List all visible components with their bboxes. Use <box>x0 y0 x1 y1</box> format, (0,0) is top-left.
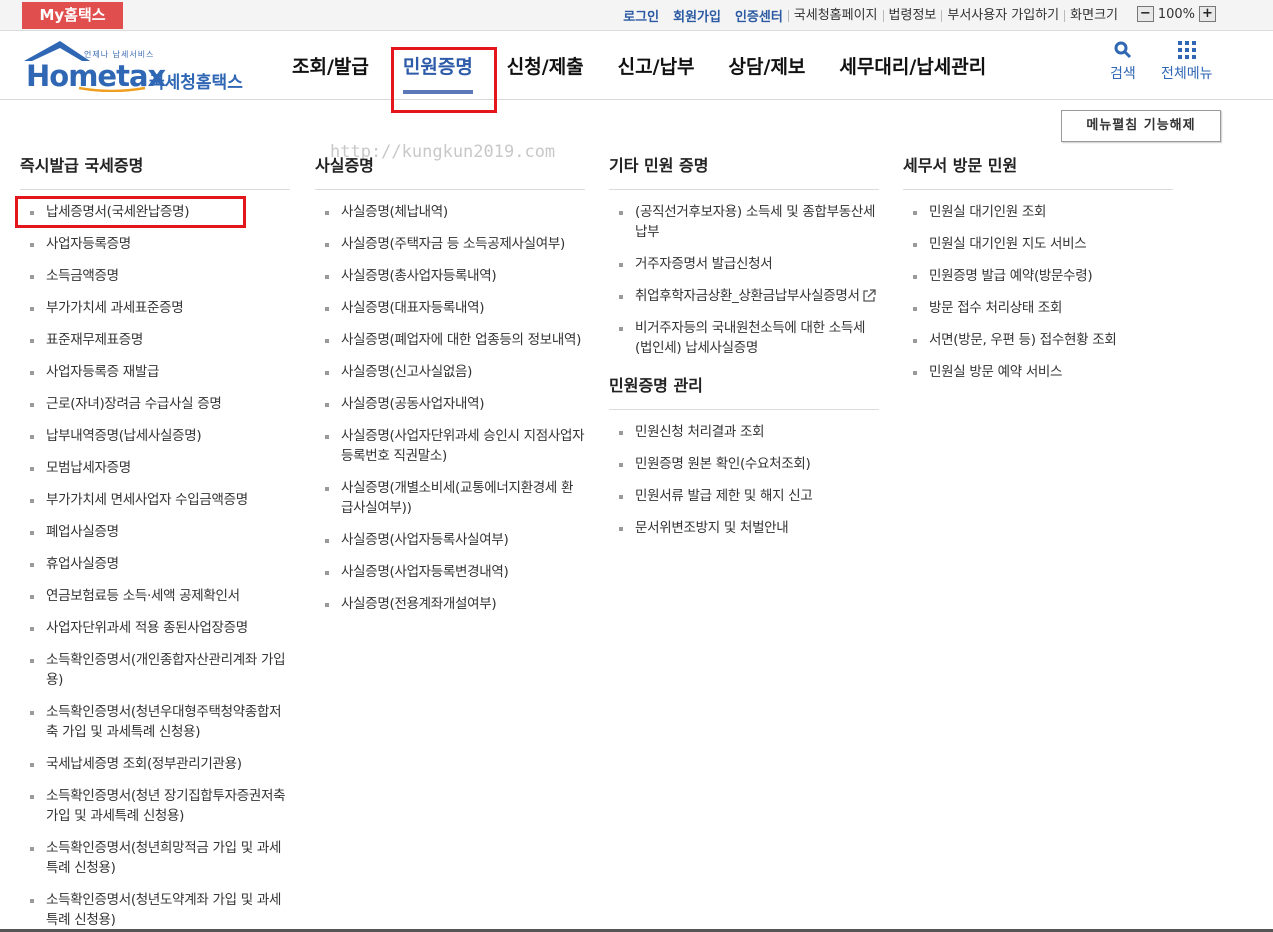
gnb-inquiry-issue[interactable]: 조회/발급 <box>292 31 369 100</box>
menu-item[interactable]: 사실증명(공동사업자내역) <box>315 394 585 414</box>
top-utility-bar: My홈택스 로그인 회원가입 인증센터 국세청홈페이지 법령정보 부서사용자 가… <box>0 0 1273 31</box>
menu-item[interactable]: 사실증명(총사업자등록내역) <box>315 266 585 286</box>
menu-item-external[interactable]: 취업후학자금상환_상환금납부사실증명서 <box>609 286 879 306</box>
search-icon <box>1114 41 1131 59</box>
menu-item[interactable]: 사업자등록증명 <box>20 234 290 254</box>
my-hometax-button[interactable]: My홈택스 <box>22 2 123 29</box>
gnb-tax-agent[interactable]: 세무대리/납세관리 <box>839 31 986 100</box>
all-menu-button[interactable]: 전체메뉴 <box>1161 41 1213 83</box>
menu-item[interactable]: 모범납세자증명 <box>20 458 290 478</box>
column-heading: 사실증명 <box>315 150 585 190</box>
menu-item[interactable]: 납부내역증명(납세사실증명) <box>20 426 290 446</box>
highlight-box-menu-item <box>15 196 246 228</box>
zoom-in-button[interactable]: + <box>1199 6 1216 22</box>
cert-center-link[interactable]: 인증센터 <box>735 6 783 25</box>
column-heading: 세무서 방문 민원 <box>903 150 1173 190</box>
menu-item[interactable]: 민원실 대기인원 지도 서비스 <box>903 234 1173 254</box>
menu-item[interactable]: (공직선거후보자용) 소득세 및 종합부동산세 납부 <box>609 202 879 242</box>
menu-item[interactable]: 소득금액증명 <box>20 266 290 286</box>
menu-item[interactable]: 폐업사실증명 <box>20 522 290 542</box>
search-label: 검색 <box>1110 66 1136 82</box>
menu-item[interactable]: 거주자증명서 발급신청서 <box>609 254 879 274</box>
all-menu-label: 전체메뉴 <box>1161 66 1213 82</box>
menu-item[interactable]: 표준재무제표증명 <box>20 330 290 350</box>
menu-item[interactable]: 소득확인증명서(청년희망적금 가입 및 과세특례 신청용) <box>20 838 290 878</box>
gnb-consult-report[interactable]: 상담/제보 <box>729 31 806 100</box>
menu-item[interactable]: 사실증명(대표자등록내역) <box>315 298 585 318</box>
external-link-icon <box>862 289 876 302</box>
menu-item-label: 취업후학자금상환_상환금납부사실증명서 <box>635 288 860 304</box>
menu-item[interactable]: 소득확인증명서(청년도약계좌 가입 및 과세특례 신청용) <box>20 890 290 930</box>
signup-link[interactable]: 회원가입 <box>673 6 721 25</box>
logo-korean-name: 국세청홈택스 <box>149 73 243 93</box>
menu-item[interactable]: 민원증명 원본 확인(수요처조회) <box>609 454 879 474</box>
zoom-value: 100% <box>1157 6 1195 22</box>
menu-item[interactable]: 비거주자등의 국내원천소득에 대한 소득세(법인세) 납세사실증명 <box>609 318 879 358</box>
gnb-report-pay[interactable]: 신고/납부 <box>618 31 695 100</box>
nts-homepage-link[interactable]: 국세청홈페이지 <box>787 9 883 22</box>
column-heading: 민원증명 관리 <box>609 370 879 410</box>
menu-item[interactable]: 부가가치세 면세사업자 수입금액증명 <box>20 490 290 510</box>
menu-item[interactable]: 사실증명(전용계좌개설여부) <box>315 594 585 614</box>
login-link[interactable]: 로그인 <box>623 6 659 25</box>
highlight-box-gnb <box>391 47 497 113</box>
menu-item[interactable]: 민원서류 발급 제한 및 해지 신고 <box>609 486 879 506</box>
menu-item[interactable]: 사실증명(주택자금 등 소득공제사실여부) <box>315 234 585 254</box>
menu-item[interactable]: 연금보험료등 소득·세액 공제확인서 <box>20 586 290 606</box>
menu-item[interactable]: 사실증명(사업자등록사실여부) <box>315 530 585 550</box>
menu-item[interactable]: 사실증명(폐업자에 대한 업종등의 정보내역) <box>315 330 585 350</box>
menu-list: (공직선거후보자용) 소득세 및 종합부동산세 납부 거주자증명서 발급신청서 … <box>609 202 879 358</box>
menu-item[interactable]: 사실증명(체납내역) <box>315 202 585 222</box>
menu-item[interactable]: 문서위변조방지 및 처벌안내 <box>609 518 879 538</box>
dept-user-signup-link[interactable]: 부서사용자 가입하기 <box>941 9 1064 22</box>
menu-unfold-toggle-button[interactable]: 메뉴펼침 기능해제 <box>1061 110 1221 142</box>
column-heading: 기타 민원 증명 <box>609 150 879 190</box>
screen-size-label: 화면크기 <box>1064 9 1123 22</box>
zoom-out-button[interactable]: − <box>1136 6 1154 22</box>
menu-item[interactable]: 휴업사실증명 <box>20 554 290 574</box>
menu-item[interactable]: 사업자등록증 재발급 <box>20 362 290 382</box>
menu-item[interactable]: 소득확인증명서(청년 장기집합투자증권저축가입 및 과세특례 신청용) <box>20 786 290 826</box>
law-info-link[interactable]: 법령정보 <box>882 9 942 22</box>
menu-list: 납세증명서(국세완납증명) 사업자등록증명 소득금액증명 부가가치세 과세표준증… <box>20 202 290 930</box>
menu-list: 민원실 대기인원 조회 민원실 대기인원 지도 서비스 민원증명 발급 예약(방… <box>903 202 1173 382</box>
menu-item[interactable]: 근로(자녀)장려금 수급사실 증명 <box>20 394 290 414</box>
menu-item[interactable]: 사업자단위과세 적용 종된사업장증명 <box>20 618 290 638</box>
hometax-logo[interactable]: 언제나 납세서비스 Hometax 국세청홈택스 <box>22 39 250 95</box>
column-heading: 즉시발급 국세증명 <box>20 150 290 190</box>
zoom-control: − 100% + <box>1136 6 1216 22</box>
menu-item[interactable]: 민원증명 발급 예약(방문수령) <box>903 266 1173 286</box>
menu-item[interactable]: 서면(방문, 우편 등) 접수현황 조회 <box>903 330 1173 350</box>
menu-item[interactable]: 민원실 대기인원 조회 <box>903 202 1173 222</box>
menu-item[interactable]: 소득확인증명서(청년우대형주택청약종합저축 가입 및 과세특례 신청용) <box>20 702 290 742</box>
menu-column-other-certificates: 기타 민원 증명 (공직선거후보자용) 소득세 및 종합부동산세 납부 거주자증… <box>609 150 879 550</box>
search-button[interactable]: 검색 <box>1110 41 1136 83</box>
menu-column-tax-office-visit: 세무서 방문 민원 민원실 대기인원 조회 민원실 대기인원 지도 서비스 민원… <box>903 150 1173 394</box>
menu-list: 사실증명(체납내역) 사실증명(주택자금 등 소득공제사실여부) 사실증명(총사… <box>315 202 585 614</box>
menu-item[interactable]: 민원신청 처리결과 조회 <box>609 422 879 442</box>
menu-item[interactable]: 사실증명(사업자단위과세 승인시 지점사업자등록번호 직권말소) <box>315 426 585 466</box>
menu-column-fact-certificates: 사실증명 사실증명(체납내역) 사실증명(주택자금 등 소득공제사실여부) 사실… <box>315 150 585 626</box>
menu-item[interactable]: 사실증명(신고사실없음) <box>315 362 585 382</box>
menu-column-instant-certificates: 즉시발급 국세증명 납세증명서(국세완납증명) 사업자등록증명 소득금액증명 부… <box>20 150 290 932</box>
menu-item[interactable]: 국세납세증명 조회(정부관리기관용) <box>20 754 290 774</box>
utility-links: 로그인 회원가입 인증센터 국세청홈페이지 법령정보 부서사용자 가입하기 화면… <box>616 0 1123 31</box>
site-header: 언제나 납세서비스 Hometax 국세청홈택스 조회/발급 민원증명 신청/제… <box>0 31 1273 100</box>
menu-item[interactable]: 소득확인증명서(개인종합자산관리계좌 가입용) <box>20 650 290 690</box>
menu-item[interactable]: 부가가치세 과세표준증명 <box>20 298 290 318</box>
menu-list: 민원신청 처리결과 조회 민원증명 원본 확인(수요처조회) 민원서류 발급 제… <box>609 422 879 538</box>
logo-swoosh <box>78 86 146 92</box>
gnb-apply-submit[interactable]: 신청/제출 <box>507 31 584 100</box>
menu-item[interactable]: 사실증명(사업자등록변경내역) <box>315 562 585 582</box>
menu-item[interactable]: 사실증명(개별소비세(교통에너지환경세 환급사실여부)) <box>315 478 585 518</box>
grid-menu-icon <box>1177 41 1196 59</box>
menu-item[interactable]: 방문 접수 처리상태 조회 <box>903 298 1173 318</box>
menu-item[interactable]: 민원실 방문 예약 서비스 <box>903 362 1173 382</box>
